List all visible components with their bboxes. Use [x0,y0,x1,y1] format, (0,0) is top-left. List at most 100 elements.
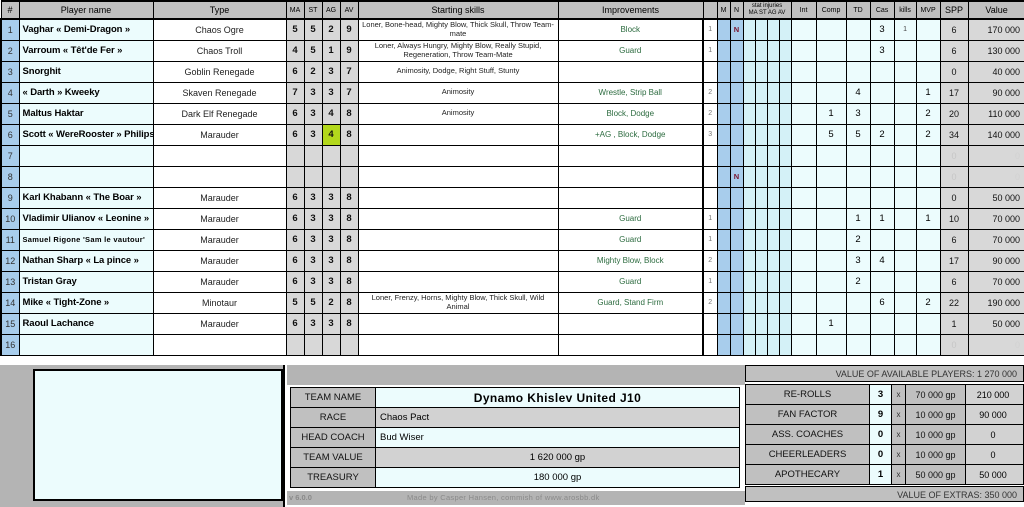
treasury-value[interactable]: 180 000 gp [375,467,740,488]
stat-av-11[interactable]: 8 [339,228,359,251]
row-number-2[interactable]: 2 [0,39,20,62]
stat-av-7[interactable] [339,144,359,167]
stat-st-1[interactable]: 5 [303,18,323,41]
starting-skills-cell-7[interactable] [357,144,559,167]
spp-cell-15[interactable]: 1 [939,312,969,335]
kills-cell-16[interactable] [893,333,917,356]
comp-cell-3[interactable] [815,60,847,83]
kills-cell-8[interactable] [893,165,917,188]
comp-cell-2[interactable] [815,39,847,62]
stat-injury-av-13[interactable] [778,270,792,293]
mvp-cell-5[interactable]: 2 [915,102,941,125]
player-name-cell-8[interactable] [18,165,154,188]
cas-cell-14[interactable]: 6 [869,291,895,314]
player-name-cell-5[interactable]: Maltus Haktar [18,102,154,125]
skill-count-cell-1[interactable]: 1 [702,18,718,41]
extras-qty-2[interactable]: 0 [869,424,892,445]
cas-cell-5[interactable] [869,102,895,125]
stat-injury-ma-5[interactable] [742,102,756,125]
int-cell-5[interactable] [790,102,817,125]
niggling-injury-cell-4[interactable] [729,81,744,104]
spp-cell-14[interactable]: 22 [939,291,969,314]
starting-skills-cell-15[interactable] [357,312,559,335]
stat-av-14[interactable]: 8 [339,291,359,314]
stat-st-6[interactable]: 3 [303,123,323,146]
improvements-cell-7[interactable] [557,144,704,167]
td-cell-10[interactable]: 1 [845,207,871,230]
player-name-cell-9[interactable]: Karl Khabann « The Boar » [18,186,154,209]
player-type-cell-15[interactable]: Marauder [152,312,287,335]
stat-injury-ma-12[interactable] [742,249,756,272]
stat-ma-11[interactable]: 6 [285,228,305,251]
stat-av-8[interactable] [339,165,359,188]
value-cell-6[interactable]: 140 000 [967,123,1024,146]
improvements-cell-4[interactable]: Wrestle, Strip Ball [557,81,704,104]
stat-injury-av-8[interactable] [778,165,792,188]
stat-injury-ag-3[interactable] [766,60,780,83]
race-value[interactable]: Chaos Pact [375,407,740,428]
player-name-cell-12[interactable]: Nathan Sharp « La pince » [18,249,154,272]
stat-injury-ag-16[interactable] [766,333,780,356]
row-number-8[interactable]: 8 [0,165,20,188]
skill-count-cell-13[interactable]: 1 [702,270,718,293]
cas-cell-3[interactable] [869,60,895,83]
cas-cell-1[interactable]: 3 [869,18,895,41]
miss-next-game-cell-9[interactable] [716,186,731,209]
spp-cell-2[interactable]: 6 [939,39,969,62]
stat-injury-ag-14[interactable] [766,291,780,314]
improvements-cell-13[interactable]: Guard [557,270,704,293]
kills-cell-13[interactable] [893,270,917,293]
skill-count-cell-6[interactable]: 3 [702,123,718,146]
stat-injury-st-6[interactable] [754,123,768,146]
stat-ma-7[interactable] [285,144,305,167]
stat-injury-ag-7[interactable] [766,144,780,167]
cas-cell-8[interactable] [869,165,895,188]
improvements-cell-2[interactable]: Guard [557,39,704,62]
starting-skills-cell-9[interactable] [357,186,559,209]
kills-cell-1[interactable]: 1 [893,18,917,41]
skill-count-cell-14[interactable]: 2 [702,291,718,314]
improvements-cell-3[interactable] [557,60,704,83]
stat-ma-9[interactable]: 6 [285,186,305,209]
cas-cell-16[interactable] [869,333,895,356]
int-cell-15[interactable] [790,312,817,335]
stat-ag-2[interactable]: 1 [321,39,341,62]
stat-injury-ma-16[interactable] [742,333,756,356]
stat-st-7[interactable] [303,144,323,167]
stat-injury-st-1[interactable] [754,18,768,41]
improvements-cell-16[interactable] [557,333,704,356]
mvp-cell-12[interactable] [915,249,941,272]
stat-ma-8[interactable] [285,165,305,188]
mvp-cell-16[interactable] [915,333,941,356]
int-cell-1[interactable] [790,18,817,41]
starting-skills-cell-1[interactable]: Loner, Bone-head, Mighty Blow, Thick Sku… [357,18,559,41]
kills-cell-3[interactable] [893,60,917,83]
player-type-cell-1[interactable]: Chaos Ogre [152,18,287,41]
extras-qty-0[interactable]: 3 [869,384,892,405]
stat-ag-10[interactable]: 3 [321,207,341,230]
stat-st-14[interactable]: 5 [303,291,323,314]
stat-injury-st-2[interactable] [754,39,768,62]
comp-cell-6[interactable]: 5 [815,123,847,146]
td-cell-2[interactable] [845,39,871,62]
stat-injury-av-12[interactable] [778,249,792,272]
improvements-cell-6[interactable]: +AG , Block, Dodge [557,123,704,146]
cas-cell-9[interactable] [869,186,895,209]
mvp-cell-3[interactable] [915,60,941,83]
stat-injury-av-1[interactable] [778,18,792,41]
spp-cell-12[interactable]: 17 [939,249,969,272]
td-cell-13[interactable]: 2 [845,270,871,293]
player-type-cell-9[interactable]: Marauder [152,186,287,209]
kills-cell-11[interactable] [893,228,917,251]
row-number-3[interactable]: 3 [0,60,20,83]
stat-injury-av-2[interactable] [778,39,792,62]
stat-av-9[interactable]: 8 [339,186,359,209]
stat-st-5[interactable]: 3 [303,102,323,125]
stat-injury-ma-6[interactable] [742,123,756,146]
mvp-cell-4[interactable]: 1 [915,81,941,104]
stat-injury-st-16[interactable] [754,333,768,356]
td-cell-4[interactable]: 4 [845,81,871,104]
player-type-cell-12[interactable]: Marauder [152,249,287,272]
mvp-cell-6[interactable]: 2 [915,123,941,146]
cas-cell-6[interactable]: 2 [869,123,895,146]
